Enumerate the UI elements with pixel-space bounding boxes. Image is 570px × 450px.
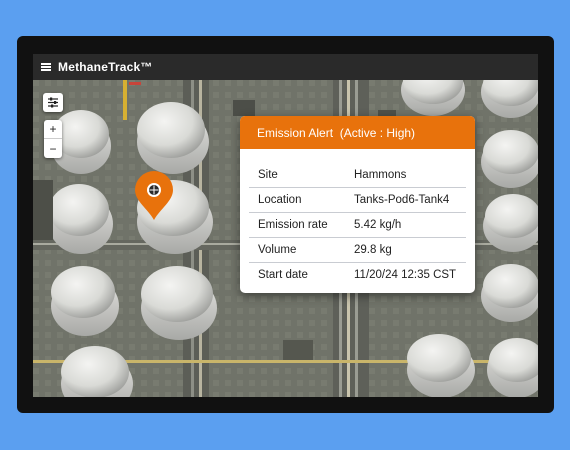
location-pin-icon	[135, 171, 173, 220]
zoom-controls: + −	[44, 120, 62, 158]
detail-row-site: Site Hammons	[249, 163, 466, 188]
emission-marker[interactable]	[134, 171, 174, 221]
filter-button[interactable]	[43, 93, 63, 112]
detail-value: Tanks-Pod6-Tank4	[354, 194, 450, 206]
emission-alert-popup: Emission Alert (Active : High) Site Hamm…	[240, 116, 475, 293]
detail-row-start-date: Start date 11/20/24 12:35 CST	[249, 263, 466, 287]
alert-details: Site Hammons Location Tanks-Pod6-Tank4 E…	[240, 149, 475, 287]
alert-title: Emission Alert (Active : High)	[240, 116, 475, 149]
detail-row-emission-rate: Emission rate 5.42 kg/h	[249, 213, 466, 238]
detail-label: Location	[258, 194, 302, 206]
app-screen: MethaneTrack™ + − Emission Alert (Active…	[33, 54, 538, 397]
zoom-in-button[interactable]: +	[44, 120, 62, 139]
app-title: MethaneTrack™	[58, 60, 153, 74]
detail-value: Hammons	[354, 169, 407, 181]
device-frame: MethaneTrack™ + − Emission Alert (Active…	[17, 36, 554, 413]
detail-value: 5.42 kg/h	[354, 219, 402, 231]
detail-label: Volume	[258, 244, 297, 256]
detail-label: Start date	[258, 269, 308, 281]
hamburger-menu-icon[interactable]	[41, 63, 51, 71]
detail-label: Emission rate	[258, 219, 328, 231]
detail-value: 11/20/24 12:35 CST	[354, 269, 457, 281]
detail-row-location: Location Tanks-Pod6-Tank4	[249, 188, 466, 213]
sliders-icon	[48, 97, 58, 108]
top-bar: MethaneTrack™	[33, 54, 538, 80]
zoom-out-button[interactable]: −	[44, 139, 62, 158]
detail-label: Site	[258, 169, 278, 181]
detail-value: 29.8 kg	[354, 244, 392, 256]
detail-row-volume: Volume 29.8 kg	[249, 238, 466, 263]
